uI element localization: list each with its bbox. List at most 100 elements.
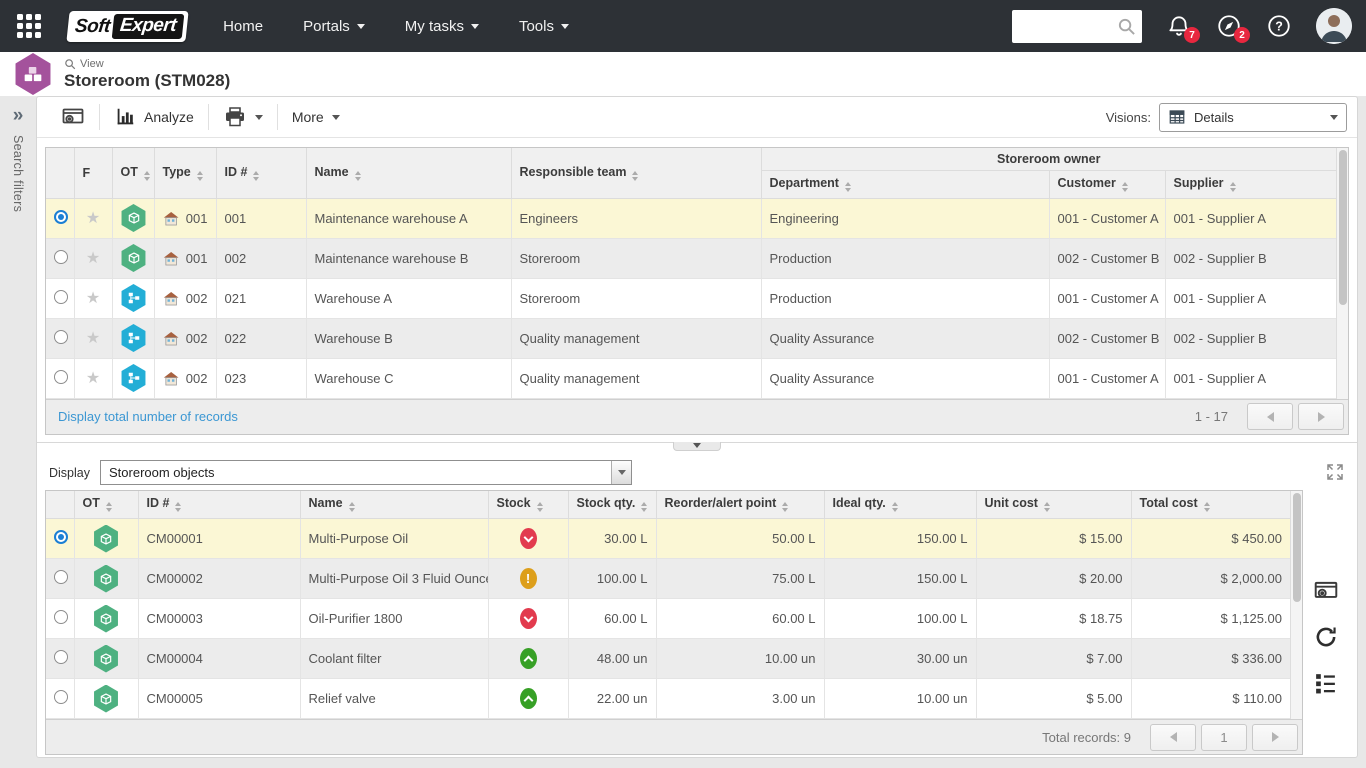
table-row[interactable]: ★ 002 023 Warehouse C Quality management…	[46, 358, 1336, 398]
user-avatar[interactable]	[1316, 8, 1352, 44]
col-responsible-team[interactable]: Responsible team	[511, 148, 761, 198]
col-unit-cost[interactable]: Unit cost	[976, 491, 1131, 519]
arrow-left-icon	[1170, 732, 1177, 742]
col-stock[interactable]: Stock	[488, 491, 568, 519]
table-row[interactable]: CM00002 Multi-Purpose Oil 3 Fluid Ounce …	[46, 559, 1290, 599]
sort-icon	[632, 171, 638, 181]
menu-portals[interactable]: Portals	[303, 18, 365, 35]
favorite-star-icon[interactable]: ★	[86, 290, 100, 307]
table-row[interactable]: CM00004 Coolant filter 48.00 un 10.00 un…	[46, 639, 1290, 679]
view-object-button[interactable]	[1313, 578, 1339, 604]
visions-select[interactable]: Details	[1159, 103, 1347, 132]
assistant-button[interactable]: 2	[1216, 13, 1242, 39]
col-id[interactable]: ID #	[216, 148, 306, 198]
next-page-button[interactable]	[1298, 403, 1344, 430]
col-ot[interactable]: OT	[112, 148, 154, 198]
menu-tools[interactable]: Tools	[519, 18, 569, 35]
row-radio[interactable]	[54, 690, 68, 704]
main-panel: Analyze More Visions: Details	[36, 96, 1358, 758]
prev-page-button[interactable]	[1247, 403, 1293, 430]
print-dropdown-icon[interactable]	[255, 115, 263, 120]
sort-icon	[197, 171, 203, 181]
apps-grid-icon[interactable]	[14, 11, 44, 41]
warehouse-type-icon	[163, 251, 179, 266]
chevron-down-icon	[357, 24, 365, 29]
col-favorite[interactable]: F	[74, 148, 112, 198]
help-button[interactable]: ?	[1266, 13, 1292, 39]
col-ot[interactable]: OT	[74, 491, 138, 519]
printer-icon	[223, 105, 247, 129]
structure-ot-icon	[121, 324, 147, 352]
row-radio[interactable]	[54, 610, 68, 624]
favorite-star-icon[interactable]: ★	[86, 330, 100, 347]
list-view-button[interactable]	[1313, 670, 1339, 696]
page-number-button[interactable]: 1	[1201, 724, 1247, 751]
col-reorder-point[interactable]: Reorder/alert point	[656, 491, 824, 519]
notifications-badge: 7	[1184, 27, 1200, 43]
sort-icon	[355, 171, 361, 181]
panel-splitter[interactable]	[37, 442, 1357, 454]
list-icon	[1313, 670, 1338, 695]
col-type[interactable]: Type	[154, 148, 216, 198]
expand-filters-icon[interactable]: »	[13, 106, 24, 125]
more-button[interactable]: More	[278, 97, 354, 137]
view-record-button[interactable]	[47, 97, 99, 137]
storeroom-module-icon	[14, 53, 52, 95]
sort-icon	[1204, 502, 1210, 512]
search-icon[interactable]	[1117, 17, 1136, 41]
analyze-button[interactable]: Analyze	[100, 97, 208, 137]
select-arrow-button[interactable]	[611, 461, 631, 484]
col-name[interactable]: Name	[306, 148, 511, 198]
row-radio[interactable]	[54, 290, 68, 304]
table-row[interactable]: CM00001 Multi-Purpose Oil 30.00 L 50.00 …	[46, 519, 1290, 559]
print-button[interactable]	[209, 97, 277, 137]
stock-low-icon	[520, 608, 537, 629]
col-ideal-qty[interactable]: Ideal qty.	[824, 491, 976, 519]
table2-vertical-scrollbar[interactable]	[1290, 491, 1302, 720]
splitter-collapse-handle[interactable]	[673, 442, 721, 451]
records-range-label: 1 - 17	[1195, 409, 1228, 424]
chevron-down-icon	[693, 443, 701, 448]
table-row[interactable]: ★ 001 001 Maintenance warehouse A Engine…	[46, 198, 1336, 238]
svg-text:?: ?	[1275, 20, 1283, 34]
row-radio[interactable]	[54, 530, 68, 544]
table-row[interactable]: ★ 002 022 Warehouse B Quality management…	[46, 318, 1336, 358]
col-department[interactable]: Department	[761, 170, 1049, 198]
display-total-records-link[interactable]: Display total number of records	[58, 409, 238, 424]
material-ot-icon	[121, 244, 147, 272]
row-radio[interactable]	[54, 330, 68, 344]
favorite-star-icon[interactable]: ★	[86, 210, 100, 227]
favorite-star-icon[interactable]: ★	[86, 370, 100, 387]
row-radio[interactable]	[54, 210, 68, 224]
expand-section-button[interactable]	[1325, 462, 1347, 484]
col-supplier[interactable]: Supplier	[1165, 170, 1336, 198]
col-total-cost[interactable]: Total cost	[1131, 491, 1290, 519]
table-row[interactable]: CM00003 Oil-Purifier 1800 60.00 L 60.00 …	[46, 599, 1290, 639]
row-radio[interactable]	[54, 250, 68, 264]
col-id[interactable]: ID #	[138, 491, 300, 519]
col-stock-qty[interactable]: Stock qty.	[568, 491, 656, 519]
col-name[interactable]: Name	[300, 491, 488, 519]
display-select[interactable]: Storeroom objects	[100, 460, 632, 485]
refresh-icon	[1313, 624, 1339, 650]
row-radio[interactable]	[54, 570, 68, 584]
notifications-button[interactable]: 7	[1166, 13, 1192, 39]
table1-vertical-scrollbar[interactable]	[1336, 148, 1348, 399]
row-radio[interactable]	[54, 370, 68, 384]
table-row[interactable]: ★ 001 002 Maintenance warehouse B Storer…	[46, 238, 1336, 278]
favorite-star-icon[interactable]: ★	[86, 250, 100, 267]
table-row[interactable]: CM00005 Relief valve 22.00 un 3.00 un 10…	[46, 679, 1290, 719]
warehouse-type-icon	[163, 211, 179, 226]
next-page-button[interactable]	[1252, 724, 1298, 751]
display-label: Display	[49, 466, 90, 480]
row-radio[interactable]	[54, 650, 68, 664]
col-customer[interactable]: Customer	[1049, 170, 1165, 198]
menu-my-tasks[interactable]: My tasks	[405, 18, 479, 35]
menu-home[interactable]: Home	[223, 18, 263, 35]
storeroom-owner-group-header: Storeroom owner	[761, 148, 1336, 170]
prev-page-button[interactable]	[1150, 724, 1196, 751]
softexpert-logo[interactable]: Soft Expert	[66, 11, 188, 42]
refresh-button[interactable]	[1313, 624, 1339, 650]
search-filters-strip[interactable]: » Search filters	[0, 96, 36, 768]
table-row[interactable]: ★ 002 021 Warehouse A Storeroom Producti…	[46, 278, 1336, 318]
